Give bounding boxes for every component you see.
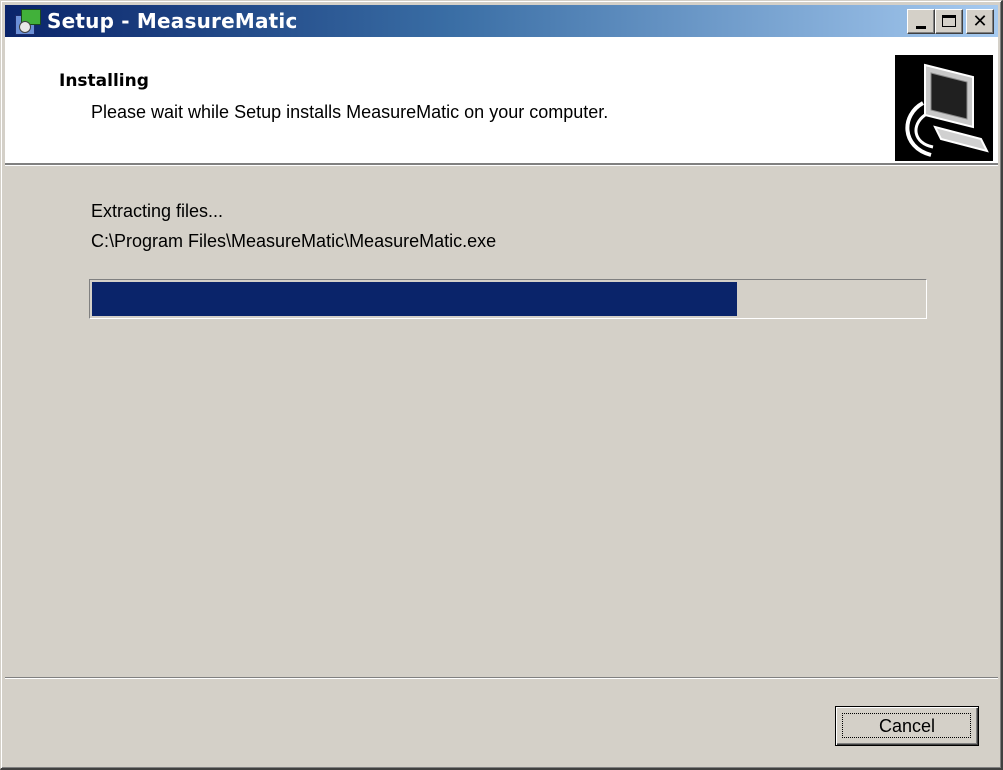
minimize-button[interactable]: [907, 9, 935, 34]
window-controls: ✕: [907, 9, 994, 34]
maximize-icon: [942, 15, 956, 27]
cancel-button-label: Cancel: [878, 715, 936, 736]
footer-divider: [5, 677, 998, 679]
close-button[interactable]: ✕: [966, 9, 994, 34]
title-bar[interactable]: Setup - MeasureMatic ✕: [5, 5, 998, 37]
page-title: Installing: [59, 71, 149, 91]
wizard-header: Installing Please wait while Setup insta…: [5, 37, 998, 163]
status-text: Extracting files...: [91, 201, 224, 221]
setup-window: Setup - MeasureMatic ✕ Installing Please…: [0, 0, 1003, 770]
maximize-button[interactable]: [935, 9, 963, 34]
progress-bar-fill: [92, 282, 737, 316]
install-progress-bar: [89, 279, 927, 319]
window-title: Setup - MeasureMatic: [47, 9, 298, 33]
close-icon: ✕: [972, 10, 988, 32]
setup-app-icon[interactable]: [11, 7, 41, 35]
current-file-path: C:\Program Files\MeasureMatic\MeasureMat…: [91, 231, 497, 251]
page-subtitle: Please wait while Setup installs Measure…: [91, 102, 609, 122]
cancel-button[interactable]: Cancel: [835, 706, 979, 746]
computer-install-icon: [895, 55, 993, 161]
header-divider: [5, 163, 998, 166]
minimize-icon: [916, 26, 926, 29]
